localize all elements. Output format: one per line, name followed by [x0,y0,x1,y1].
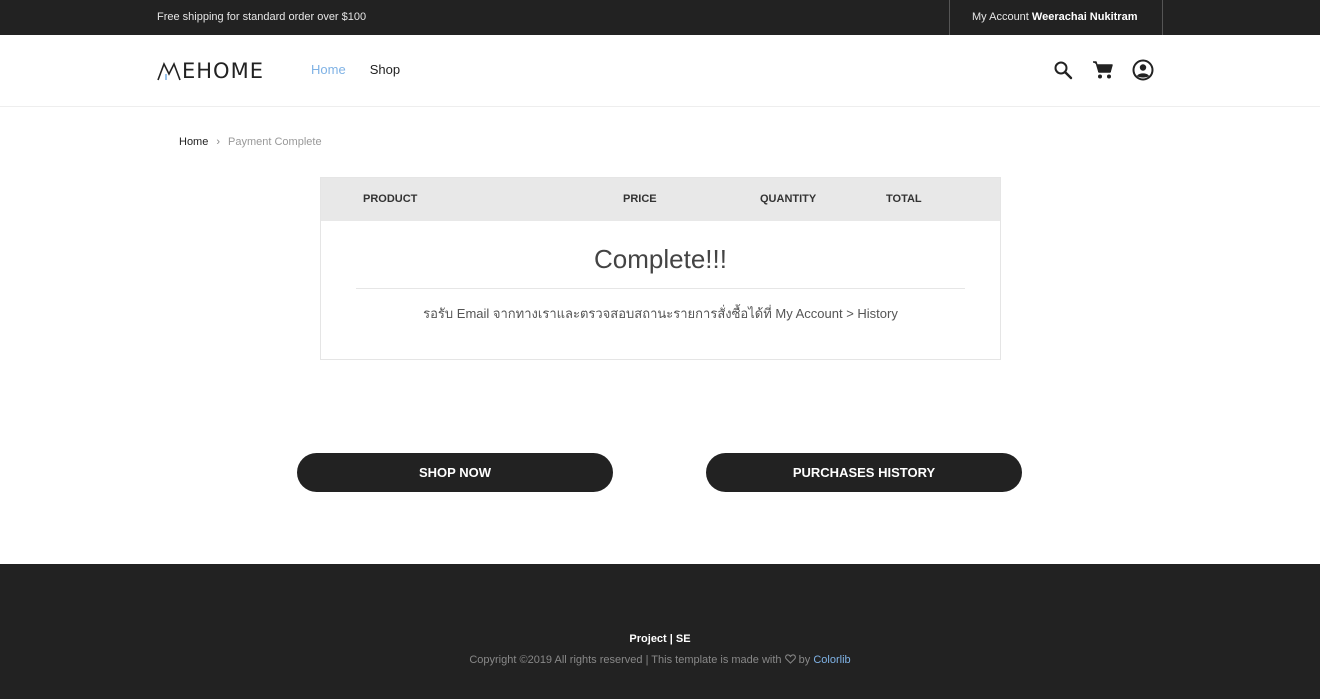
copyright-text: Copyright ©2019 All rights reserved | Th… [469,654,782,666]
table-header: PRODUCT PRICE QUANTITY TOTAL [321,178,1000,221]
my-account-link[interactable]: My Account Weerachai Nukitram [949,0,1163,35]
top-bar: Free shipping for standard order over $1… [0,0,1320,35]
breadcrumb: Home › Payment Complete [179,136,322,148]
search-icon[interactable] [1050,57,1076,83]
logo-mark-icon [157,62,181,81]
header-icons [1050,57,1156,83]
nav-home[interactable]: Home [311,62,346,77]
nav-shop[interactable]: Shop [370,62,400,77]
chevron-right-icon: › [216,136,221,148]
account-label: My Account [972,11,1029,23]
site-footer: Project | SE Copyright ©2019 All rights … [0,564,1320,699]
column-product: PRODUCT [363,193,418,205]
colorlib-link[interactable]: Colorlib [813,654,850,666]
footer-copyright: Copyright ©2019 All rights reserved | Th… [0,654,1320,667]
breadcrumb-home[interactable]: Home [179,136,208,148]
cart-icon[interactable] [1090,57,1116,83]
purchases-history-button[interactable]: PURCHASES HISTORY [706,453,1022,492]
column-total: TOTAL [886,193,922,205]
site-header: EHOME Home Shop [0,35,1320,107]
logo-text: EHOME [182,59,264,83]
heart-icon [784,654,796,667]
main-nav: Home Shop [311,62,400,77]
shipping-notice: Free shipping for standard order over $1… [157,11,367,23]
order-complete-panel: PRODUCT PRICE QUANTITY TOTAL Complete!!!… [320,177,1001,360]
user-account-icon[interactable] [1130,57,1156,83]
footer-project: Project | SE [629,633,691,645]
complete-heading: Complete!!! [594,244,727,274]
account-name: Weerachai Nukitram [1031,11,1138,23]
divider [356,288,965,289]
shop-now-button[interactable]: SHOP NOW [297,453,613,492]
footer-by: by [798,654,811,666]
column-price: PRICE [623,193,657,205]
logo[interactable]: EHOME [157,58,264,84]
column-quantity: QUANTITY [760,193,817,205]
complete-message: รอรับ Email จากทางเราและตรวจสอบสถานะรายก… [423,306,898,321]
breadcrumb-current: Payment Complete [228,136,322,148]
